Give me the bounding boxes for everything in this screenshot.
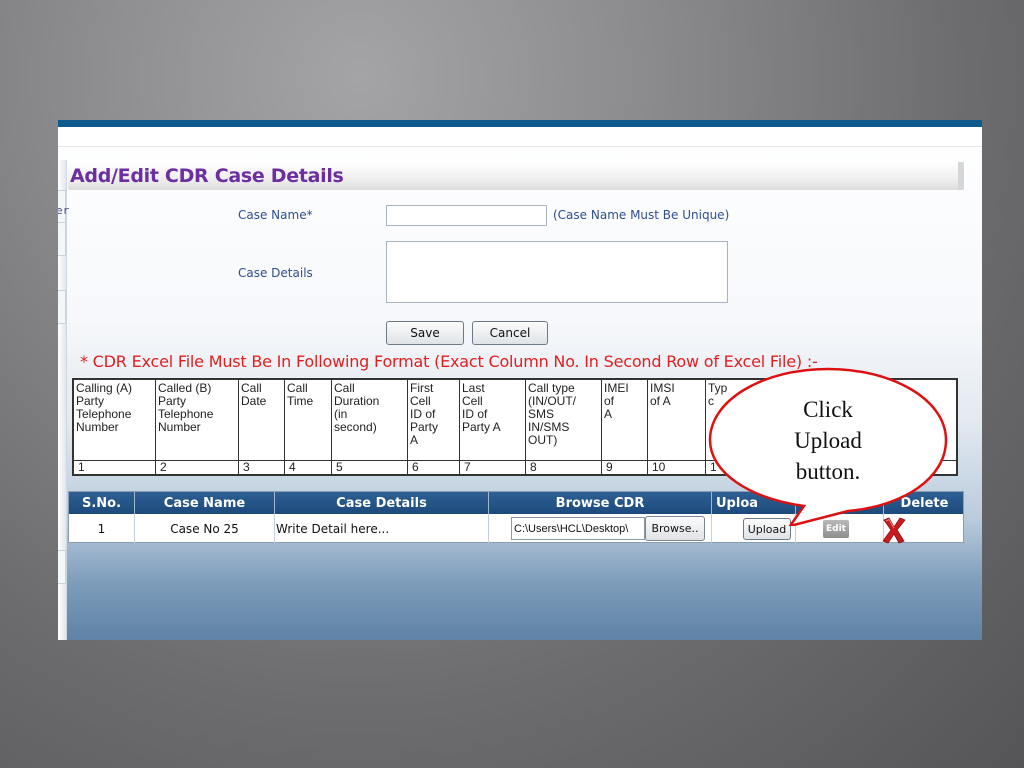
format-column: IMEI of A 9 [602,380,648,474]
browse-button[interactable]: Browse.. [645,516,705,541]
left-sidebar-tab[interactable] [58,290,66,324]
callout-text: Click Upload button. [794,397,862,484]
left-sidebar-tab[interactable] [58,222,66,256]
case-name-input[interactable] [386,205,547,226]
format-column-number: 6 [412,460,419,474]
format-column-number: 1 [78,460,85,474]
format-column-header: Call Time [287,381,314,408]
format-column-header: Call type (IN/OUT/ SMS IN/SMS OUT) [528,381,576,447]
cell-case-name: Case No 25 [135,514,275,543]
case-name-label: Case Name* [238,208,313,222]
format-column-number: 9 [606,460,613,474]
format-column-header: IMEI of A [604,381,629,421]
top-toolbar-strip [58,127,982,147]
format-column-number: 5 [336,460,343,474]
format-column-header: Call Date [241,381,267,408]
format-column-header: Called (B) Party Telephone Number [158,381,214,434]
page-title: Add/Edit CDR Case Details [70,165,344,187]
case-details-label: Case Details [238,266,313,280]
format-column-header: Calling (A) Party Telephone Number [76,381,133,434]
format-column-number: 10 [652,460,666,474]
format-column-number: 3 [243,460,250,474]
format-column: Called (B) Party Telephone Number 2 [156,380,239,474]
save-button[interactable]: Save [386,321,464,345]
sidebar-label: er [58,204,70,217]
format-column: Call Time 4 [285,380,332,474]
format-column: Last Cell ID of Party A 7 [460,380,526,474]
format-column: IMSI of A 10 [648,380,706,474]
format-column-number: 8 [530,460,537,474]
format-column: First Cell ID of Party A 6 [408,380,460,474]
column-header-sno: S.No. [69,492,135,514]
cancel-button[interactable]: Cancel [472,321,548,345]
column-header-case-name: Case Name [135,492,275,514]
format-column: Calling (A) Party Telephone Number 1 [74,380,156,474]
format-column-number: 4 [289,460,296,474]
case-name-hint: (Case Name Must Be Unique) [553,208,730,222]
format-column-header: First Cell ID of Party A [410,381,439,447]
column-header-browse-cdr: Browse CDR [489,492,712,514]
cell-case-details: Write Detail here... [275,514,489,543]
format-column-number: 2 [160,460,167,474]
format-column: Call Date 3 [239,380,285,474]
format-column-header: IMSI of A [650,381,675,408]
format-column-header: Call Duration (in second) [334,381,380,434]
top-accent-bar [58,120,982,127]
column-header-case-details: Case Details [275,492,489,514]
cell-sno: 1 [69,514,135,543]
cdr-file-path-input[interactable]: C:\Users\HCL\Desktop\ [511,517,645,540]
left-sidebar-tab[interactable] [58,550,66,584]
format-column-header: Last Cell ID of Party A [462,381,501,434]
format-column: Call type (IN/OUT/ SMS IN/SMS OUT) 8 [526,380,602,474]
case-details-textarea[interactable] [386,241,728,303]
format-column-number: 7 [464,460,471,474]
format-instruction-note: * CDR Excel File Must Be In Following Fo… [80,352,818,371]
format-column: Call Duration (in second) 5 [332,380,408,474]
